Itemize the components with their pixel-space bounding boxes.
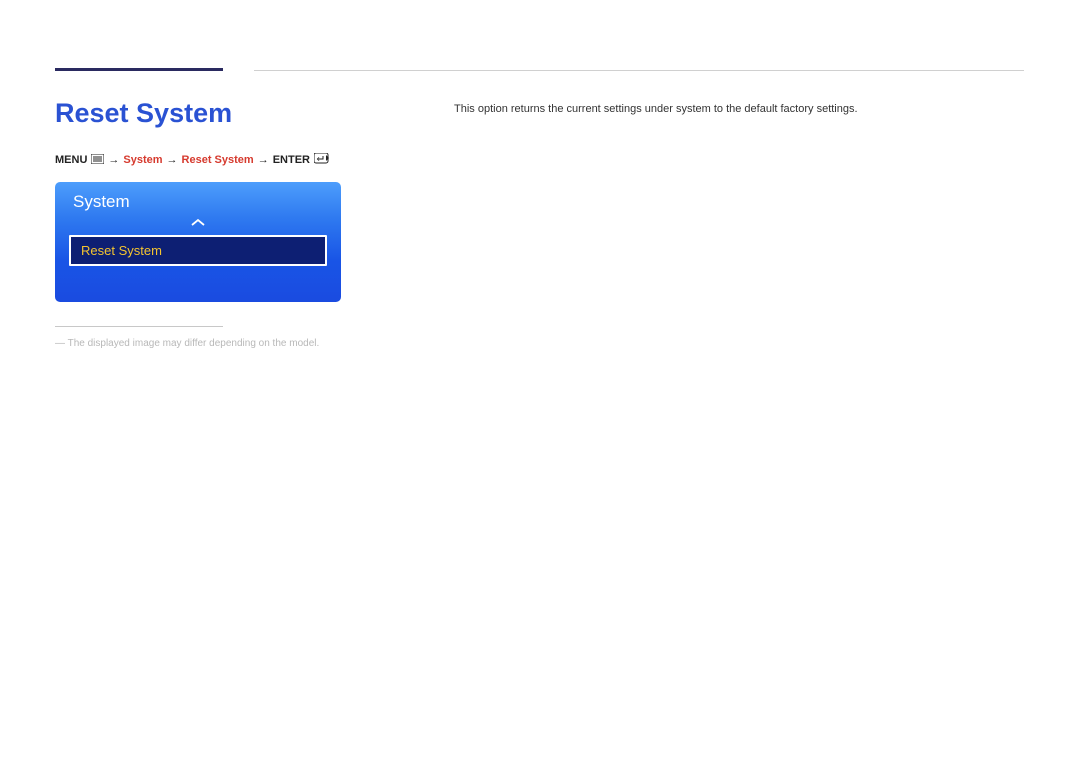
page-title: Reset System	[55, 98, 232, 129]
top-rule	[254, 70, 1024, 71]
osd-item-reset-system[interactable]: Reset System	[69, 235, 327, 266]
chevron-up-icon[interactable]	[55, 218, 341, 235]
footnote-rule	[55, 326, 223, 327]
breadcrumb-step-reset: Reset System	[182, 154, 254, 166]
breadcrumb-menu-label: MENU	[55, 154, 87, 166]
osd-panel: System Reset System	[55, 182, 341, 302]
footnote-text: The displayed image may differ depending…	[55, 338, 319, 349]
arrow-icon: →	[167, 154, 178, 166]
breadcrumb: MENU → System → Reset System → ENTER	[55, 153, 330, 167]
osd-menu-title: System	[55, 182, 341, 218]
accent-bar	[55, 68, 223, 71]
arrow-icon: →	[258, 154, 269, 166]
arrow-icon: →	[108, 154, 119, 166]
description-text: This option returns the current settings…	[454, 103, 858, 115]
enter-icon	[314, 153, 330, 167]
breadcrumb-enter-label: ENTER	[273, 154, 310, 166]
menu-icon	[91, 154, 104, 167]
breadcrumb-step-system: System	[123, 154, 162, 166]
